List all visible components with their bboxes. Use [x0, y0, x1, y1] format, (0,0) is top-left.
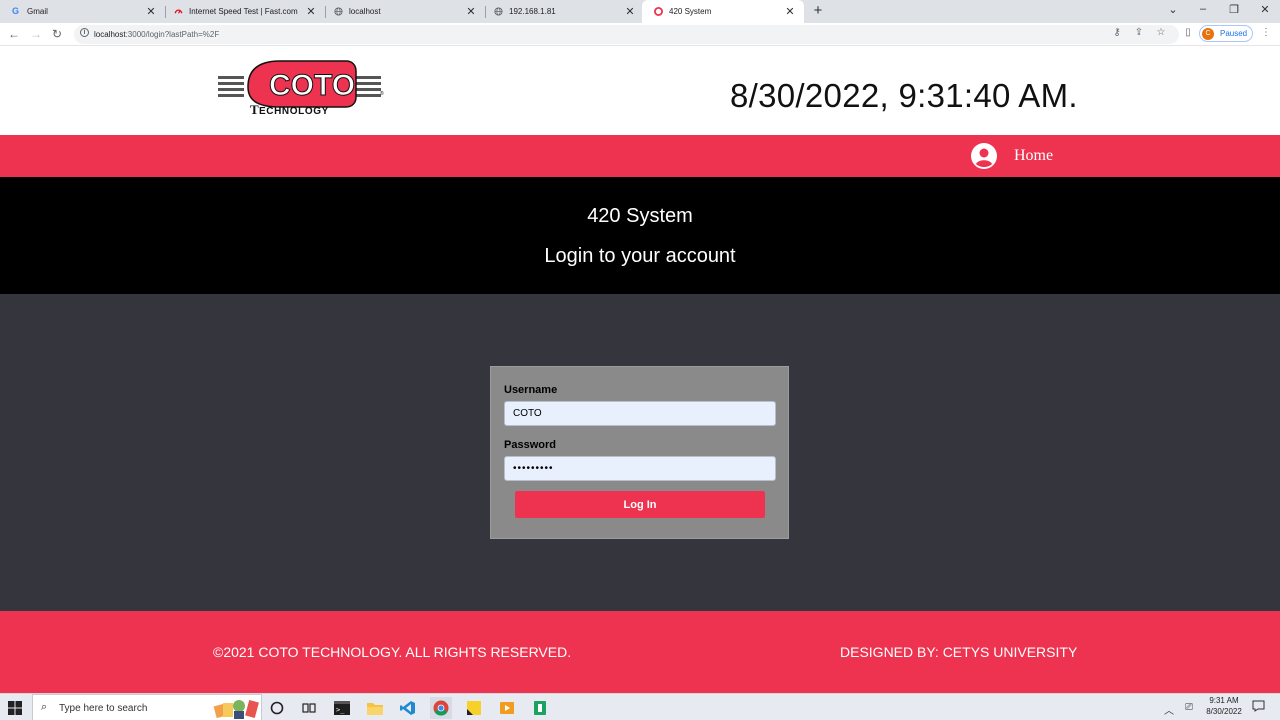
back-arrow-icon[interactable]: ←: [7, 27, 21, 41]
login-button[interactable]: Log In: [515, 491, 765, 518]
green-app-icon[interactable]: [529, 697, 551, 719]
taskbar-time: 9:31 AM: [1209, 696, 1239, 705]
windows-start-icon[interactable]: [8, 701, 22, 715]
tab-title: Internet Speed Test | Fast.com: [189, 7, 298, 16]
tab-title: Gmail: [27, 7, 48, 16]
close-icon[interactable]: ✕: [624, 5, 636, 18]
username-label: Username: [504, 384, 558, 396]
terminal-app-icon[interactable]: >_: [331, 697, 353, 719]
system-title: 420 System: [587, 205, 693, 227]
designed-by-text: DESIGNED BY: CETYS UNIVERSITY: [840, 644, 1078, 660]
copyright-text: ©2021 COTO TECHNOLOGY. ALL RIGHTS RESERV…: [213, 644, 572, 660]
star-icon[interactable]: ☆: [1154, 27, 1168, 38]
coto-favicon: [654, 7, 663, 16]
tab-title: localhost: [349, 7, 381, 16]
vscode-icon[interactable]: [397, 697, 419, 719]
side-panel-icon[interactable]: ▯: [1181, 27, 1195, 38]
profile-button[interactable]: C Paused: [1199, 25, 1253, 42]
close-icon[interactable]: ✕: [784, 5, 796, 18]
browser-toolbar: ← → ↻ i localhost:3000/login?lastPath=%2…: [0, 23, 1280, 46]
gmail-icon: G: [12, 6, 20, 16]
forward-arrow-icon[interactable]: →: [29, 27, 43, 41]
site-header: COTO T ECHNOLOGY ® 8/30/2022, 9:31:40 AM…: [0, 47, 1280, 135]
search-highlight-illustration-icon: [213, 699, 259, 719]
main-content: Username Password Log In: [0, 294, 1280, 611]
key-icon[interactable]: ⚷: [1110, 27, 1124, 38]
fastcom-icon: [174, 9, 183, 14]
tab-gmail[interactable]: G Gmail ✕: [0, 0, 165, 23]
top-navbar: Home: [0, 135, 1280, 177]
current-datetime: 8/30/2022, 9:31:40 AM.: [730, 77, 1078, 114]
cortana-icon[interactable]: [266, 697, 288, 719]
taskbar-date: 8/30/2022: [1206, 707, 1242, 716]
coto-technology-logo[interactable]: COTO T ECHNOLOGY ®: [218, 59, 388, 117]
tab-title: 420 System: [669, 7, 712, 16]
tab-title: 192.168.1.81: [509, 7, 556, 16]
tab-fastcom[interactable]: Internet Speed Test | Fast.com ✕: [162, 0, 325, 23]
task-view-icon[interactable]: [298, 697, 320, 719]
more-menu-icon[interactable]: ⋮: [1259, 27, 1273, 38]
svg-text:COTO: COTO: [269, 69, 355, 102]
close-window-icon[interactable]: ✕: [1257, 3, 1273, 16]
share-icon[interactable]: ⇪: [1132, 27, 1146, 38]
tab-192-168-1-81[interactable]: 192.168.1.81 ✕: [482, 0, 644, 23]
search-icon: ⌕: [41, 701, 48, 713]
globe-icon: [334, 7, 343, 16]
nav-home-link[interactable]: Home: [1014, 147, 1053, 165]
windows-taskbar: ⌕ Type here to search >_ ︿ ⎚ 9:31 AM 8/3…: [0, 693, 1280, 720]
slides-app-icon[interactable]: [496, 697, 518, 719]
password-label: Password: [504, 439, 556, 451]
browser-tab-bar: G Gmail ✕ Internet Speed Test | Fast.com…: [0, 0, 1280, 23]
url-path: :3000/login?lastPath=%2F: [125, 30, 220, 39]
sticky-notes-icon[interactable]: [463, 697, 485, 719]
show-hidden-icons-icon[interactable]: ︿: [1164, 702, 1174, 717]
username-input[interactable]: [504, 401, 776, 426]
login-heading: Login to your account: [544, 245, 736, 267]
tab-420-system[interactable]: 420 System ✕: [642, 0, 804, 23]
search-placeholder: Type here to search: [59, 703, 148, 714]
new-tab-button[interactable]: +: [810, 2, 826, 19]
globe-icon: [494, 7, 503, 16]
site-info-icon[interactable]: i: [80, 28, 89, 37]
tab-localhost[interactable]: localhost ✕: [322, 0, 485, 23]
chrome-icon[interactable]: [430, 697, 452, 719]
account-circle-icon[interactable]: [971, 143, 997, 169]
close-icon[interactable]: ✕: [465, 5, 477, 18]
svg-text:®: ®: [380, 90, 384, 97]
notifications-icon[interactable]: [1252, 700, 1265, 715]
svg-text:>_: >_: [336, 706, 345, 714]
file-explorer-icon[interactable]: [364, 697, 386, 719]
taskbar-search-box[interactable]: ⌕ Type here to search: [32, 694, 262, 720]
network-icon[interactable]: ⎚: [1185, 702, 1193, 713]
password-input[interactable]: [504, 456, 776, 481]
restore-icon[interactable]: ❐: [1226, 3, 1242, 16]
profile-avatar: C: [1202, 27, 1214, 40]
close-icon[interactable]: ✕: [145, 5, 157, 18]
url-host: localhost: [94, 30, 126, 39]
site-footer: ©2021 COTO TECHNOLOGY. ALL RIGHTS RESERV…: [0, 611, 1280, 693]
tab-search-chevron-icon[interactable]: ⌄: [1165, 3, 1181, 16]
login-form: Username Password Log In: [490, 366, 789, 539]
hero-banner: 420 System Login to your account: [0, 177, 1280, 294]
taskbar-clock[interactable]: 9:31 AM 8/30/2022: [1196, 695, 1252, 717]
svg-text:T: T: [250, 102, 259, 117]
profile-status: Paused: [1220, 29, 1248, 38]
close-icon[interactable]: ✕: [305, 5, 317, 18]
reload-icon[interactable]: ↻: [50, 27, 64, 41]
minimize-icon[interactable]: –: [1195, 3, 1211, 15]
url-text[interactable]: localhost:3000/login?lastPath=%2F: [94, 30, 219, 39]
svg-text:ECHNOLOGY: ECHNOLOGY: [259, 106, 329, 117]
address-bar[interactable]: i localhost:3000/login?lastPath=%2F ⚷ ⇪ …: [74, 25, 1179, 44]
